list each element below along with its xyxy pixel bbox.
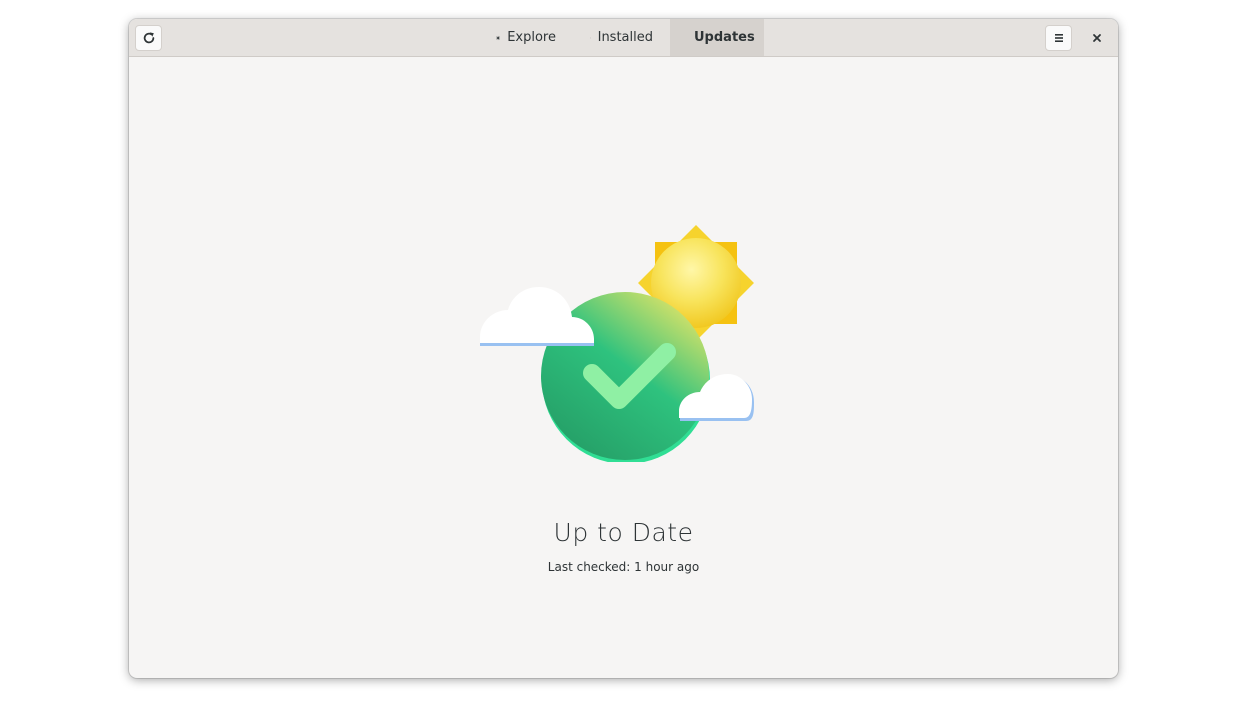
installed-check-icon [590,37,591,38]
tab-installed[interactable]: Installed [573,19,670,56]
tab-updates-label: Updates [694,30,755,45]
view-switcher: Explore Installed Updates [479,19,764,56]
explore-icon [496,35,501,40]
status-title: Up to Date [553,518,694,547]
hamburger-menu-icon [1054,34,1063,42]
refresh-button[interactable] [135,25,162,51]
tab-installed-label: Installed [597,30,653,45]
close-icon [1093,34,1101,42]
tab-explore-label: Explore [507,30,556,45]
last-checked-text: Last checked: 1 hour ago [547,560,700,574]
tab-updates[interactable]: Updates [670,19,764,56]
refresh-icon [143,32,154,44]
tab-explore[interactable]: Explore [479,19,573,56]
up-to-date-illustration [476,202,766,466]
software-window: Explore Installed Updates Up to Date Las… [129,19,1118,678]
close-window-button[interactable] [1084,25,1110,51]
main-menu-button[interactable] [1045,25,1072,51]
headerbar: Explore Installed Updates [129,19,1118,57]
